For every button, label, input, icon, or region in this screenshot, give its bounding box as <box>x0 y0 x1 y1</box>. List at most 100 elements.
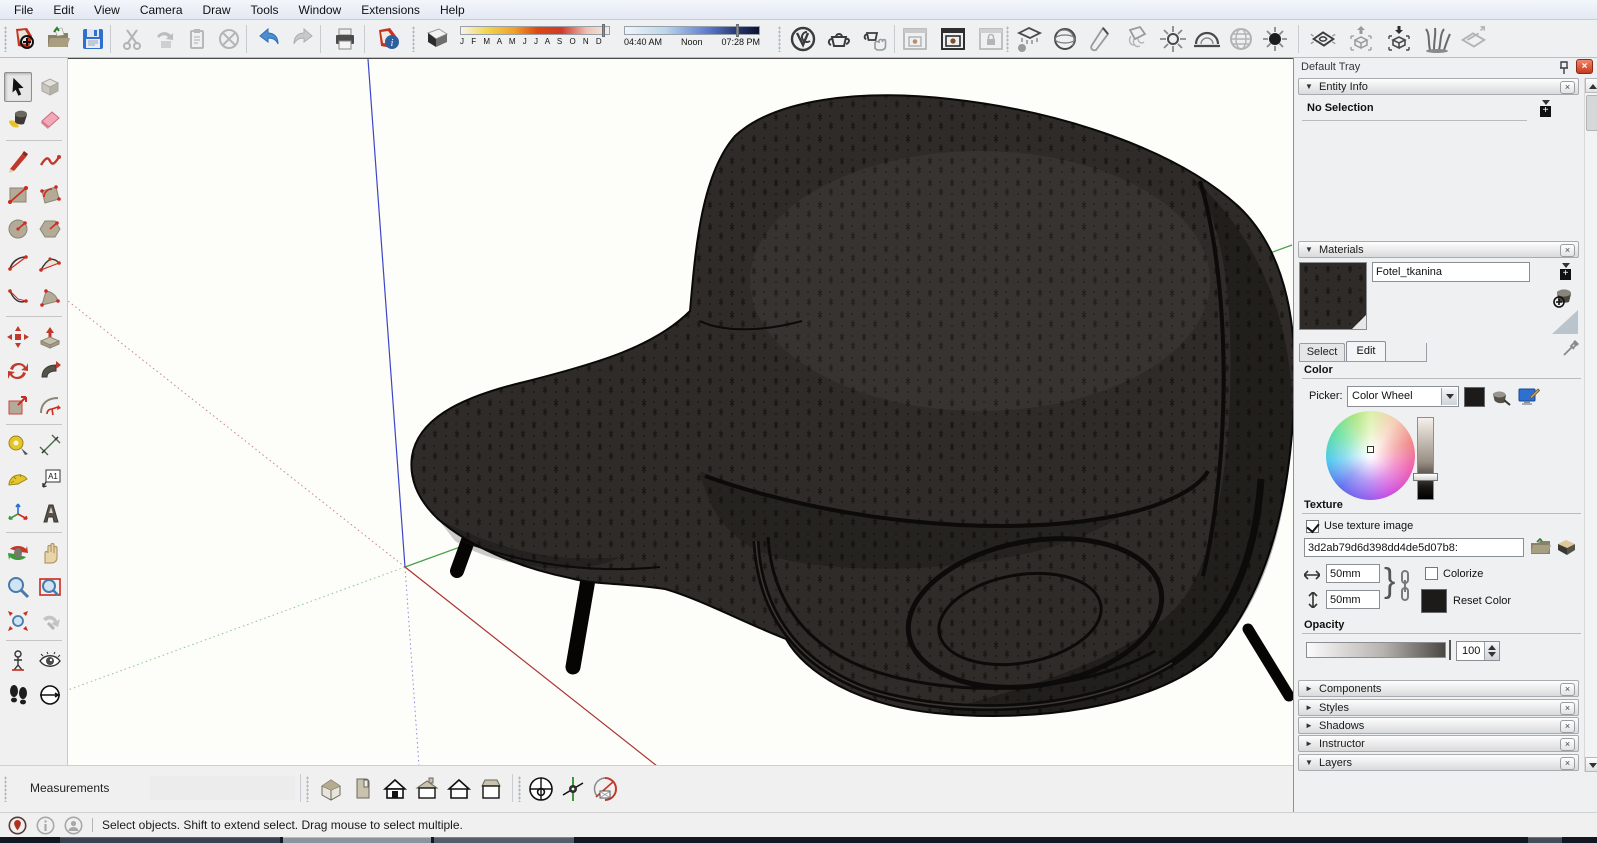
erase-button[interactable] <box>214 24 244 54</box>
opacity-slider[interactable] <box>1306 642 1446 658</box>
previous-view-tool[interactable] <box>36 606 64 636</box>
material-name-input[interactable] <box>1372 262 1530 282</box>
redo-button[interactable] <box>288 24 318 54</box>
omni-point-button[interactable] <box>1260 24 1290 54</box>
menu-edit[interactable]: Edit <box>43 1 84 19</box>
view-back-button[interactable] <box>412 774 442 804</box>
vray-fb-active-button[interactable] <box>938 24 968 54</box>
scrollbar-thumb[interactable] <box>1586 95 1597 131</box>
materials-close-button[interactable]: × <box>1560 244 1575 257</box>
texture-filename-input[interactable] <box>1304 538 1524 557</box>
open-button[interactable] <box>44 24 74 54</box>
styles-expand-icon[interactable]: ► <box>1299 703 1319 712</box>
vray-options-button[interactable] <box>788 24 818 54</box>
proxy-import-button[interactable] <box>1346 24 1376 54</box>
styles-close-button[interactable]: × <box>1560 702 1575 715</box>
follow-me-tool[interactable] <box>36 356 64 386</box>
texture-width-input[interactable] <box>1326 564 1380 583</box>
paint-bucket-tool[interactable] <box>4 104 32 134</box>
shadow-toolbar-handle[interactable] <box>412 26 415 52</box>
view-left-button[interactable] <box>444 774 474 804</box>
pan-tool[interactable] <box>36 538 64 568</box>
display-section-fill-button[interactable] <box>590 774 620 804</box>
match-object-color-button[interactable] <box>1490 386 1512 408</box>
view-right-button[interactable] <box>476 774 506 804</box>
vray-render-button[interactable] <box>824 24 854 54</box>
scroll-up-button[interactable] <box>1585 78 1597 93</box>
view-top-button[interactable] <box>348 774 378 804</box>
vray-fb-button[interactable] <box>900 24 930 54</box>
model-info-button[interactable]: i <box>374 24 404 54</box>
menu-extensions[interactable]: Extensions <box>351 1 430 19</box>
tray-scrollbar[interactable] <box>1584 78 1597 772</box>
reset-color-swatch[interactable] <box>1421 589 1447 613</box>
line-tool[interactable] <box>4 146 32 176</box>
omni-light-button[interactable] <box>1158 24 1188 54</box>
text-tool[interactable]: A1 <box>36 464 64 494</box>
menu-help[interactable]: Help <box>430 1 475 19</box>
zoom-tool[interactable] <box>4 572 32 602</box>
freehand-tool[interactable] <box>36 146 64 176</box>
rotated-rectangle-tool[interactable] <box>36 180 64 210</box>
layers-collapse-icon[interactable]: ▼ <box>1299 758 1319 767</box>
position-camera-tool[interactable] <box>4 646 32 676</box>
instructor-close-button[interactable]: × <box>1560 738 1575 751</box>
value-slider-handle[interactable] <box>1413 473 1438 481</box>
pin-icon[interactable] <box>1558 61 1570 75</box>
zoom-window-tool[interactable] <box>36 572 64 602</box>
copy-button[interactable] <box>150 24 180 54</box>
section-shadows-header[interactable]: ► Shadows × <box>1298 717 1579 734</box>
push-pull-tool[interactable] <box>36 322 64 352</box>
section-toolbar-handle[interactable] <box>518 776 521 802</box>
menu-draw[interactable]: Draw <box>193 1 241 19</box>
opacity-spinbox[interactable]: 100 <box>1456 641 1500 661</box>
dome-light-button[interactable] <box>1192 24 1222 54</box>
color-wheel-marker[interactable] <box>1367 446 1374 453</box>
print-button[interactable] <box>330 24 360 54</box>
spot-light-button[interactable] <box>1086 24 1116 54</box>
display-section-planes-button[interactable] <box>526 774 556 804</box>
default-material-button[interactable] <box>1552 310 1578 334</box>
vray-toolbar-handle[interactable] <box>778 26 781 52</box>
match-screen-color-button[interactable] <box>1518 387 1540 407</box>
shadow-time-slider[interactable]: 04:40 AM Noon 07:28 PM <box>624 26 760 47</box>
menu-tools[interactable]: Tools <box>241 1 289 19</box>
vray-lights-handle[interactable] <box>1006 26 1009 52</box>
texture-height-input[interactable] <box>1326 590 1380 609</box>
circle-tool[interactable] <box>4 214 32 244</box>
rect-light-button[interactable] <box>1014 24 1044 54</box>
display-section-cuts-button[interactable] <box>558 774 588 804</box>
use-texture-checkbox[interactable] <box>1306 520 1319 533</box>
date-slider-thumb[interactable] <box>602 24 605 37</box>
opacity-slider-handle[interactable] <box>1449 640 1451 660</box>
aspect-lock-chain-icon[interactable] <box>1400 570 1410 602</box>
tape-measure-tool[interactable] <box>4 430 32 460</box>
rotate-tool[interactable] <box>4 356 32 386</box>
menu-camera[interactable]: Camera <box>130 1 193 19</box>
menu-window[interactable]: Window <box>289 1 352 19</box>
opacity-spinner[interactable] <box>1484 642 1499 660</box>
sample-paint-eyedropper[interactable] <box>1562 339 1580 357</box>
arc-tool[interactable] <box>4 248 32 278</box>
entity-info-header[interactable]: ▼ Entity Info × <box>1298 78 1579 95</box>
save-button[interactable] <box>78 24 108 54</box>
layers-close-button[interactable]: × <box>1560 757 1575 770</box>
shadows-expand-icon[interactable]: ► <box>1299 721 1319 730</box>
section-plane-tool[interactable] <box>36 680 64 710</box>
tab-select[interactable]: Select <box>1299 343 1345 361</box>
undo-button[interactable] <box>254 24 284 54</box>
zoom-extents-tool[interactable] <box>4 606 32 636</box>
armchair-model[interactable] <box>411 95 1293 716</box>
vray-fb-lock-button[interactable] <box>976 24 1006 54</box>
vray-interactive-render-button[interactable] <box>860 24 890 54</box>
protractor-tool[interactable] <box>4 464 32 494</box>
sign-in-icon[interactable] <box>64 816 83 835</box>
current-color-swatch[interactable] <box>1464 387 1485 407</box>
toolbar-drag-handle[interactable] <box>4 26 7 52</box>
dimension-tool[interactable] <box>36 430 64 460</box>
time-slider-thumb[interactable] <box>736 24 739 37</box>
geolocation-icon[interactable] <box>8 816 27 835</box>
scroll-down-button[interactable] <box>1585 757 1597 772</box>
claim-credit-icon[interactable] <box>36 816 55 835</box>
materials-collapse-icon[interactable]: ▼ <box>1299 245 1319 254</box>
